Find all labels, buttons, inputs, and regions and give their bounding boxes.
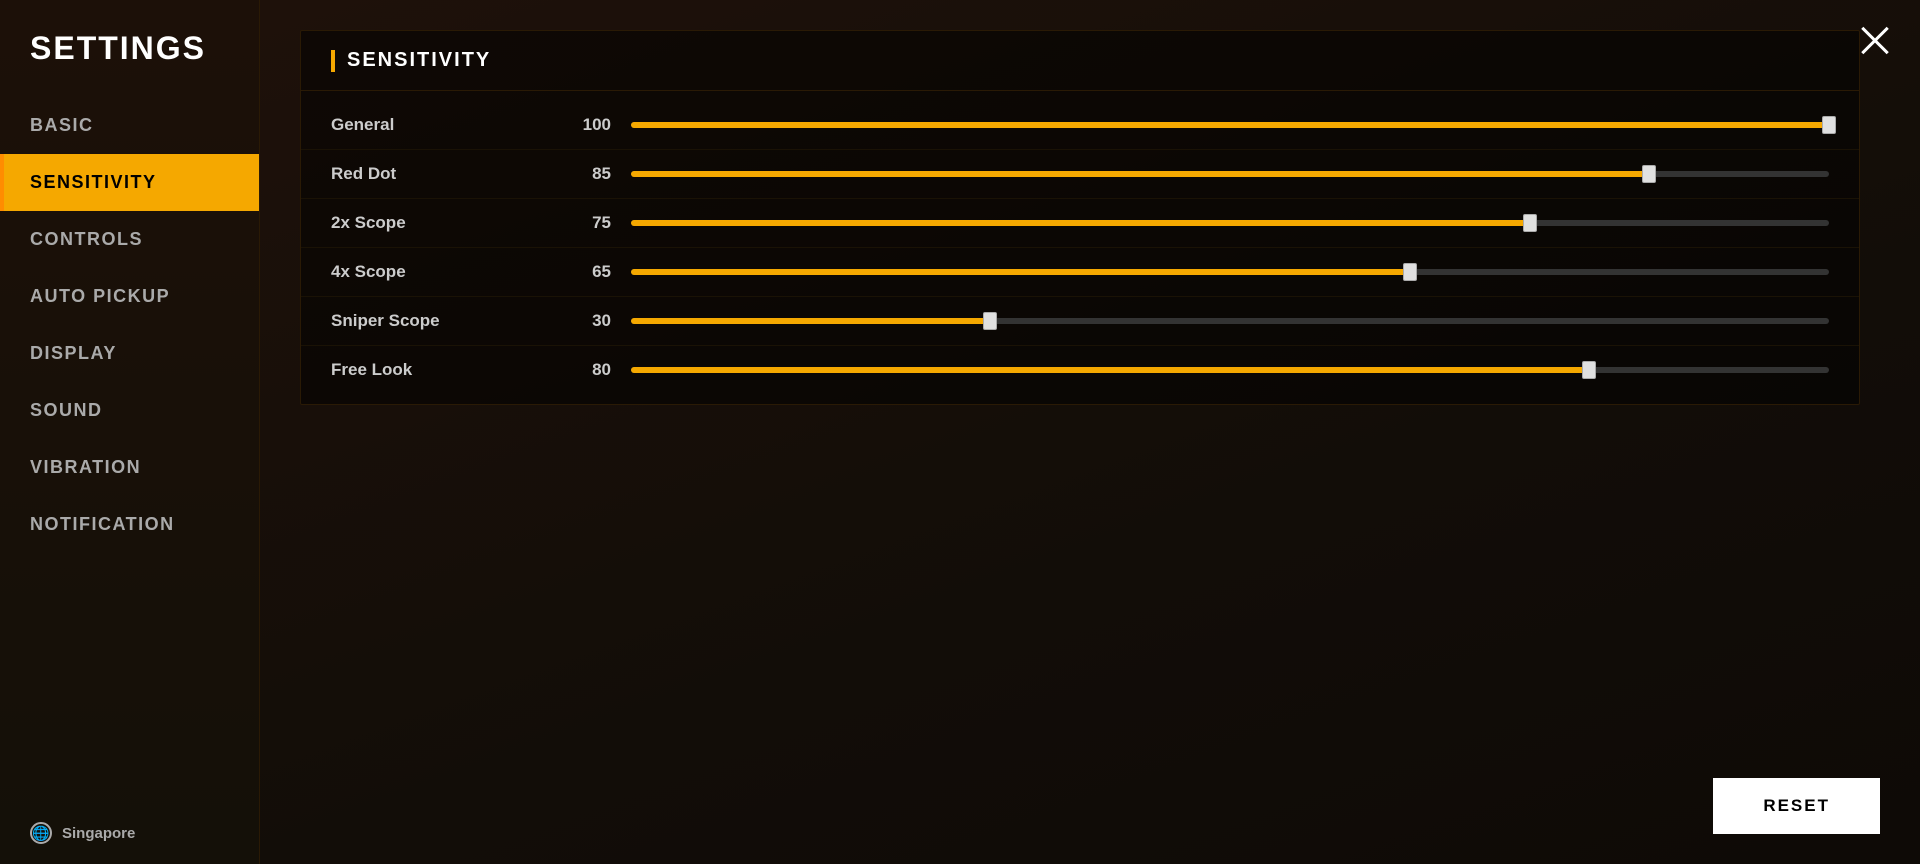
sidebar-footer: 🌐 Singapore bbox=[0, 802, 259, 864]
sidebar-item-basic[interactable]: BASIC bbox=[0, 97, 259, 154]
slider-fill-general bbox=[631, 122, 1829, 128]
slider-row-sniper-scope: Sniper Scope30 bbox=[301, 297, 1859, 346]
slider-value-red-dot: 85 bbox=[551, 164, 611, 184]
slider-value-free-look: 80 bbox=[551, 360, 611, 380]
slider-track-free-look[interactable] bbox=[631, 360, 1829, 380]
sliders-list: General100Red Dot852x Scope754x Scope65S… bbox=[301, 91, 1859, 404]
globe-icon: 🌐 bbox=[30, 822, 52, 844]
slider-label-red-dot: Red Dot bbox=[331, 164, 551, 184]
slider-row-general: General100 bbox=[301, 101, 1859, 150]
app-title: SETTINGS bbox=[0, 20, 259, 97]
slider-thumb-general[interactable] bbox=[1822, 116, 1836, 134]
slider-thumb-4x-scope[interactable] bbox=[1403, 263, 1417, 281]
panel-title: SENSITIVITY bbox=[347, 49, 491, 72]
content-area: SENSITIVITY General100Red Dot852x Scope7… bbox=[260, 0, 1920, 864]
slider-thumb-red-dot[interactable] bbox=[1642, 165, 1656, 183]
slider-label-general: General bbox=[331, 115, 551, 135]
slider-label-free-look: Free Look bbox=[331, 360, 551, 380]
sidebar-item-vibration[interactable]: VIBRATION bbox=[0, 439, 259, 496]
slider-row-4x-scope: 4x Scope65 bbox=[301, 248, 1859, 297]
sidebar-item-display[interactable]: DISPLAY bbox=[0, 325, 259, 382]
sidebar-item-sound[interactable]: SOUND bbox=[0, 382, 259, 439]
slider-thumb-2x-scope[interactable] bbox=[1523, 214, 1537, 232]
reset-button[interactable]: RESET bbox=[1713, 778, 1880, 834]
sidebar: SETTINGS BASICSENSITIVITYCONTROLSAUTO PI… bbox=[0, 0, 260, 864]
slider-thumb-free-look[interactable] bbox=[1582, 361, 1596, 379]
main-layout: SETTINGS BASICSENSITIVITYCONTROLSAUTO PI… bbox=[0, 0, 1920, 864]
slider-label-2x-scope: 2x Scope bbox=[331, 213, 551, 233]
region-label: Singapore bbox=[62, 825, 135, 842]
slider-track-sniper-scope[interactable] bbox=[631, 311, 1829, 331]
sensitivity-panel: SENSITIVITY General100Red Dot852x Scope7… bbox=[300, 30, 1860, 405]
sidebar-item-sensitivity[interactable]: SENSITIVITY bbox=[0, 154, 259, 211]
slider-track-general[interactable] bbox=[631, 115, 1829, 135]
slider-track-red-dot[interactable] bbox=[631, 164, 1829, 184]
slider-label-sniper-scope: Sniper Scope bbox=[331, 311, 551, 331]
slider-row-free-look: Free Look80 bbox=[301, 346, 1859, 394]
slider-value-2x-scope: 75 bbox=[551, 213, 611, 233]
slider-fill-red-dot bbox=[631, 171, 1649, 177]
slider-label-4x-scope: 4x Scope bbox=[331, 262, 551, 282]
sidebar-item-auto-pickup[interactable]: AUTO PICKUP bbox=[0, 268, 259, 325]
slider-fill-4x-scope bbox=[631, 269, 1410, 275]
slider-fill-free-look bbox=[631, 367, 1589, 373]
slider-value-4x-scope: 65 bbox=[551, 262, 611, 282]
slider-track-4x-scope[interactable] bbox=[631, 262, 1829, 282]
slider-thumb-sniper-scope[interactable] bbox=[983, 312, 997, 330]
slider-fill-2x-scope bbox=[631, 220, 1530, 226]
panel-header: SENSITIVITY bbox=[301, 31, 1859, 91]
panel-header-accent bbox=[331, 50, 335, 72]
close-button[interactable] bbox=[1850, 15, 1900, 65]
slider-track-2x-scope[interactable] bbox=[631, 213, 1829, 233]
sidebar-item-controls[interactable]: CONTROLS bbox=[0, 211, 259, 268]
slider-row-red-dot: Red Dot85 bbox=[301, 150, 1859, 199]
slider-row-2x-scope: 2x Scope75 bbox=[301, 199, 1859, 248]
slider-value-general: 100 bbox=[551, 115, 611, 135]
sidebar-item-notification[interactable]: NOTIFICATION bbox=[0, 496, 259, 553]
slider-fill-sniper-scope bbox=[631, 318, 990, 324]
sidebar-nav: BASICSENSITIVITYCONTROLSAUTO PICKUPDISPL… bbox=[0, 97, 259, 802]
slider-value-sniper-scope: 30 bbox=[551, 311, 611, 331]
